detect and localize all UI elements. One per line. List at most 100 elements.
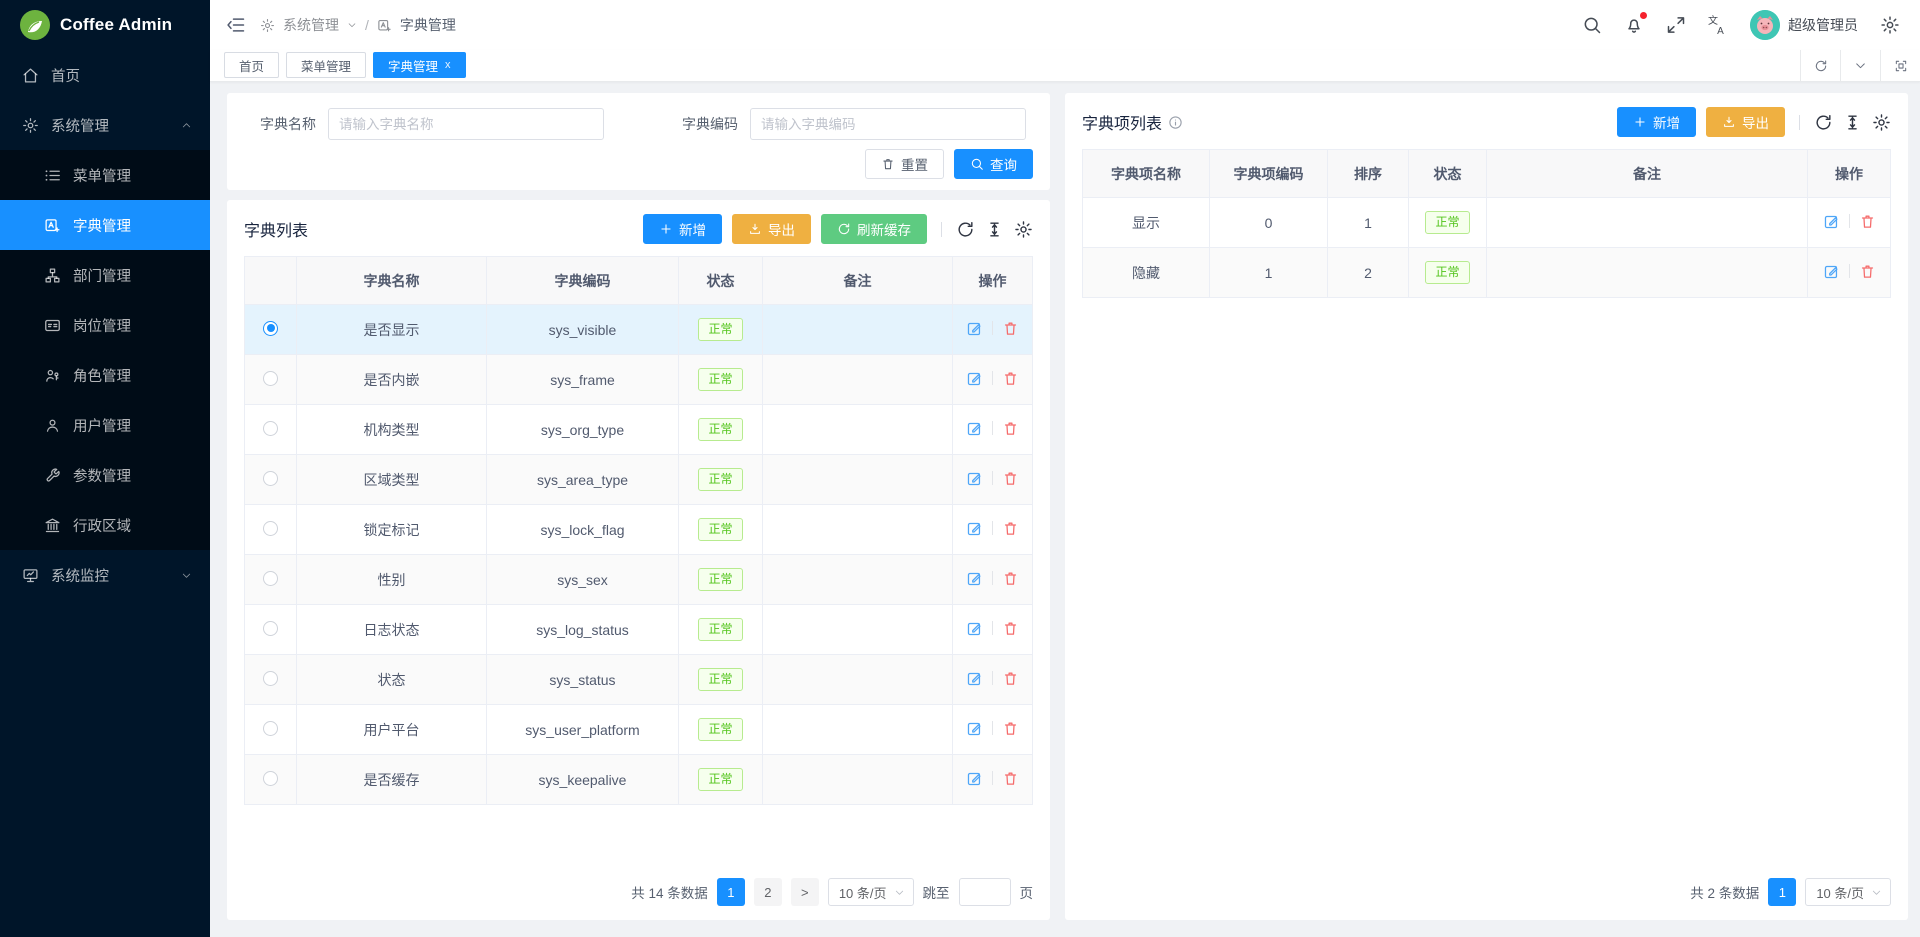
table-row[interactable]: 是否显示 sys_visible 正常 (245, 305, 1033, 355)
table-row[interactable]: 隐藏 1 2 正常 (1083, 248, 1891, 298)
page-size-select[interactable]: 10 条/页 (1805, 878, 1891, 906)
edit-icon[interactable] (966, 320, 983, 337)
row-radio[interactable] (263, 771, 278, 786)
table-row[interactable]: 机构类型 sys_org_type 正常 (245, 405, 1033, 455)
tab-menu-mgmt[interactable]: 菜单管理 (286, 52, 366, 78)
sidebar-item-home[interactable]: 首页 (0, 50, 210, 100)
delete-icon[interactable] (1002, 720, 1019, 737)
page-2-button[interactable]: 2 (754, 878, 782, 906)
edit-icon[interactable] (966, 570, 983, 587)
notification-bell-icon[interactable] (1624, 15, 1644, 35)
edit-icon[interactable] (966, 470, 983, 487)
edit-icon[interactable] (966, 520, 983, 537)
table-row[interactable]: 日志状态 sys_log_status 正常 (245, 605, 1033, 655)
reset-button[interactable]: 重置 (865, 149, 944, 179)
table-row[interactable]: 是否缓存 sys_keepalive 正常 (245, 755, 1033, 805)
add-dict-item-button[interactable]: 新增 (1617, 107, 1696, 137)
table-row[interactable]: 用户平台 sys_user_platform 正常 (245, 705, 1033, 755)
edit-icon[interactable] (966, 670, 983, 687)
delete-icon[interactable] (1002, 470, 1019, 487)
table-row[interactable]: 是否内嵌 sys_frame 正常 (245, 355, 1033, 405)
edit-icon[interactable] (1823, 263, 1840, 280)
delete-icon[interactable] (1002, 370, 1019, 387)
sidebar-item-menu-mgmt[interactable]: 菜单管理 (0, 150, 210, 200)
delete-icon[interactable] (1002, 770, 1019, 787)
dict-code-input[interactable] (750, 108, 1026, 140)
table-row[interactable]: 性别 sys_sex 正常 (245, 555, 1033, 605)
dictionary-icon (377, 18, 392, 33)
column-settings-gear-icon[interactable] (1872, 113, 1891, 132)
delete-icon[interactable] (1002, 420, 1019, 437)
row-radio[interactable] (263, 471, 278, 486)
delete-icon[interactable] (1859, 263, 1876, 280)
export-dict-item-button[interactable]: 导出 (1706, 107, 1785, 137)
sidebar-item-role-mgmt[interactable]: 角色管理 (0, 350, 210, 400)
row-radio[interactable] (263, 571, 278, 586)
sidebar-group-monitor[interactable]: 系统监控 (0, 550, 210, 600)
sidebar-item-param-mgmt[interactable]: 参数管理 (0, 450, 210, 500)
page-1-button[interactable]: 1 (717, 878, 745, 906)
refresh-table-icon[interactable] (956, 220, 975, 239)
edit-icon[interactable] (966, 370, 983, 387)
tab-close-icon[interactable]: x (445, 59, 451, 71)
row-radio[interactable] (263, 521, 278, 536)
delete-icon[interactable] (1002, 570, 1019, 587)
next-page-button[interactable]: > (791, 878, 819, 906)
fullscreen-icon[interactable] (1666, 15, 1686, 35)
tab-refresh-button[interactable] (1800, 50, 1840, 81)
table-row[interactable]: 显示 0 1 正常 (1083, 198, 1891, 248)
breadcrumb-parent[interactable]: 系统管理 (283, 15, 339, 35)
jump-page-input[interactable] (959, 878, 1011, 906)
delete-icon[interactable] (1002, 670, 1019, 687)
sidebar-item-admin-region[interactable]: 行政区域 (0, 500, 210, 550)
status-badge: 正常 (698, 518, 742, 541)
sidebar-item-dict-mgmt[interactable]: 字典管理 (0, 200, 210, 250)
row-height-icon[interactable] (1843, 113, 1862, 132)
row-radio[interactable] (263, 321, 278, 336)
table-row[interactable]: 区域类型 sys_area_type 正常 (245, 455, 1033, 505)
query-button[interactable]: 查询 (954, 149, 1033, 179)
dict-item-panel: 字典项列表 新增 导出 (1065, 93, 1908, 920)
add-dict-button[interactable]: 新增 (643, 214, 722, 244)
page-1-button[interactable]: 1 (1768, 878, 1796, 906)
page-size-select[interactable]: 10 条/页 (828, 878, 914, 906)
tab-maximize-button[interactable] (1880, 50, 1920, 81)
table-row[interactable]: 锁定标记 sys_lock_flag 正常 (245, 505, 1033, 555)
row-height-icon[interactable] (985, 220, 1004, 239)
edit-icon[interactable] (966, 420, 983, 437)
tab-home[interactable]: 首页 (224, 52, 279, 78)
column-settings-gear-icon[interactable] (1014, 220, 1033, 239)
refresh-cache-button[interactable]: 刷新缓存 (821, 214, 927, 244)
tab-dict-mgmt[interactable]: 字典管理 x (373, 52, 466, 78)
sidebar-item-user-mgmt[interactable]: 用户管理 (0, 400, 210, 450)
edit-icon[interactable] (1823, 213, 1840, 230)
row-radio[interactable] (263, 671, 278, 686)
app-logo[interactable]: Coffee Admin (0, 0, 210, 50)
delete-icon[interactable] (1002, 620, 1019, 637)
settings-gear-icon[interactable] (1880, 15, 1900, 35)
edit-icon[interactable] (966, 620, 983, 637)
sidebar-item-dept-mgmt[interactable]: 部门管理 (0, 250, 210, 300)
user-menu[interactable]: 超级管理员 (1750, 10, 1858, 40)
search-icon[interactable] (1582, 15, 1602, 35)
row-radio[interactable] (263, 621, 278, 636)
dictionary-icon (44, 217, 61, 234)
translate-icon[interactable]: 文A (1708, 15, 1728, 35)
row-radio[interactable] (263, 421, 278, 436)
collapse-sidebar-icon[interactable] (226, 15, 246, 35)
edit-icon[interactable] (966, 770, 983, 787)
delete-icon[interactable] (1859, 213, 1876, 230)
delete-icon[interactable] (1002, 520, 1019, 537)
row-radio[interactable] (263, 721, 278, 736)
row-radio[interactable] (263, 371, 278, 386)
edit-icon[interactable] (966, 720, 983, 737)
sidebar-item-post-mgmt[interactable]: 岗位管理 (0, 300, 210, 350)
dict-name-input[interactable] (328, 108, 604, 140)
sidebar-group-system[interactable]: 系统管理 (0, 100, 210, 150)
delete-icon[interactable] (1002, 320, 1019, 337)
table-row[interactable]: 状态 sys_status 正常 (245, 655, 1033, 705)
refresh-table-icon[interactable] (1814, 113, 1833, 132)
id-card-icon (44, 317, 61, 334)
export-dict-button[interactable]: 导出 (732, 214, 811, 244)
tab-options-chevron[interactable] (1840, 50, 1880, 81)
